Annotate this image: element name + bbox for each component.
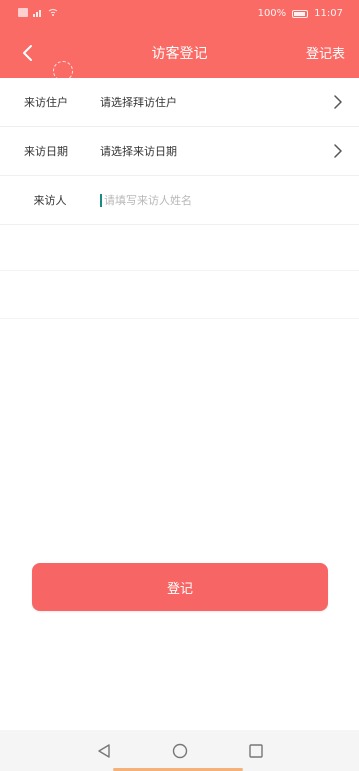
resident-label: 来访住户: [24, 96, 68, 109]
visitor-input-wrap: [100, 193, 359, 207]
visitor-form: 来访住户 请选择拜访住户 来访日期 请选择来访日期 来访人: [0, 78, 359, 225]
nav-back-button[interactable]: [94, 741, 114, 761]
chevron-right-icon: [334, 144, 342, 158]
resident-value[interactable]: 请选择拜访住户: [76, 94, 359, 110]
system-nav-bar: [0, 730, 359, 771]
divider: [0, 270, 359, 271]
visitor-label: 来访人: [33, 194, 67, 207]
battery-percent: 100%: [257, 8, 287, 19]
screen: 100% 11:07 访客登记 登记表 来访住户 请选择拜访住户 来访日期 请选…: [0, 0, 359, 771]
wifi-icon: [48, 9, 58, 16]
circle-home-icon: [172, 743, 187, 758]
sim-icon: [18, 8, 28, 17]
visitor-name-row: 来访人: [0, 176, 359, 225]
signal-icon: [33, 10, 41, 17]
chevron-right-icon: [334, 95, 342, 109]
register-list-link[interactable]: 登记表: [306, 43, 345, 62]
submit-register-button[interactable]: 登记: [32, 563, 328, 611]
date-select-row[interactable]: 来访日期 请选择来访日期: [0, 127, 359, 176]
square-recent-icon: [248, 743, 263, 758]
status-time: 11:07: [314, 8, 343, 19]
nav-recent-button[interactable]: [246, 741, 266, 761]
nav-home-button[interactable]: [170, 741, 190, 761]
divider: [0, 318, 359, 319]
status-right: 100% 11:07: [258, 8, 343, 19]
status-left-icons: [18, 8, 58, 17]
date-label: 来访日期: [24, 145, 68, 158]
visitor-name-input[interactable]: [104, 193, 304, 207]
resident-select-row[interactable]: 来访住户 请选择拜访住户: [0, 78, 359, 127]
date-value[interactable]: 请选择来访日期: [76, 143, 359, 159]
triangle-back-icon: [97, 743, 110, 758]
status-bar: 100% 11:07: [0, 0, 359, 28]
battery-icon: [292, 9, 309, 18]
text-caret: [100, 193, 102, 207]
